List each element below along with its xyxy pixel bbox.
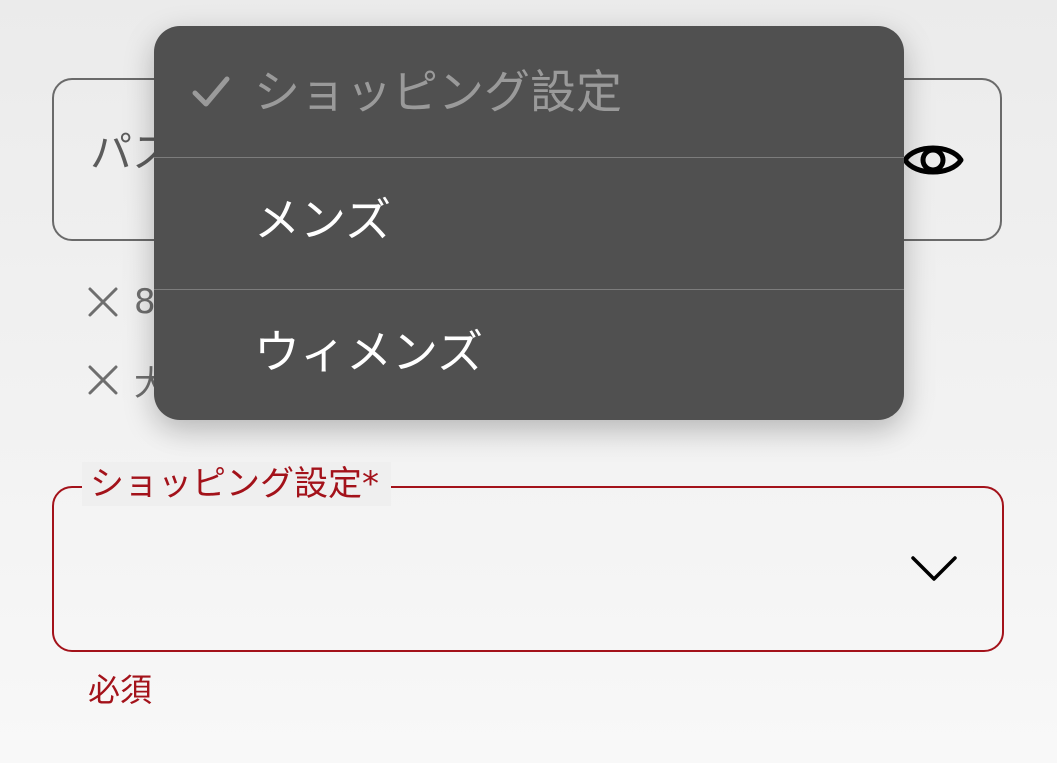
rule-text: 8	[134, 282, 156, 322]
menu-item-womens[interactable]: ウィメンズ	[154, 290, 904, 420]
menu-item-label: ショッピング設定	[254, 65, 622, 119]
menu-item-mens[interactable]: メンズ	[154, 158, 904, 289]
shopping-preference-select[interactable]: ショッピング設定*	[52, 462, 1004, 652]
x-icon	[88, 365, 118, 395]
password-rule-length: 8	[86, 280, 156, 324]
eye-icon[interactable]	[902, 136, 964, 184]
shopping-preference-label: ショッピング設定*	[82, 462, 391, 506]
page: パスワード 8 大 ショッピング設定* 必須 ショッピング設定	[0, 0, 1057, 763]
x-icon	[88, 287, 118, 317]
menu-item-label: ウィメンズ	[254, 325, 484, 379]
shopping-preference-menu: ショッピング設定 メンズ ウィメンズ	[154, 26, 904, 420]
menu-item-placeholder[interactable]: ショッピング設定	[154, 26, 904, 157]
required-error-text: 必須	[88, 671, 153, 709]
menu-item-label: メンズ	[254, 193, 392, 247]
check-icon	[192, 76, 230, 107]
chevron-down-icon	[911, 556, 957, 581]
